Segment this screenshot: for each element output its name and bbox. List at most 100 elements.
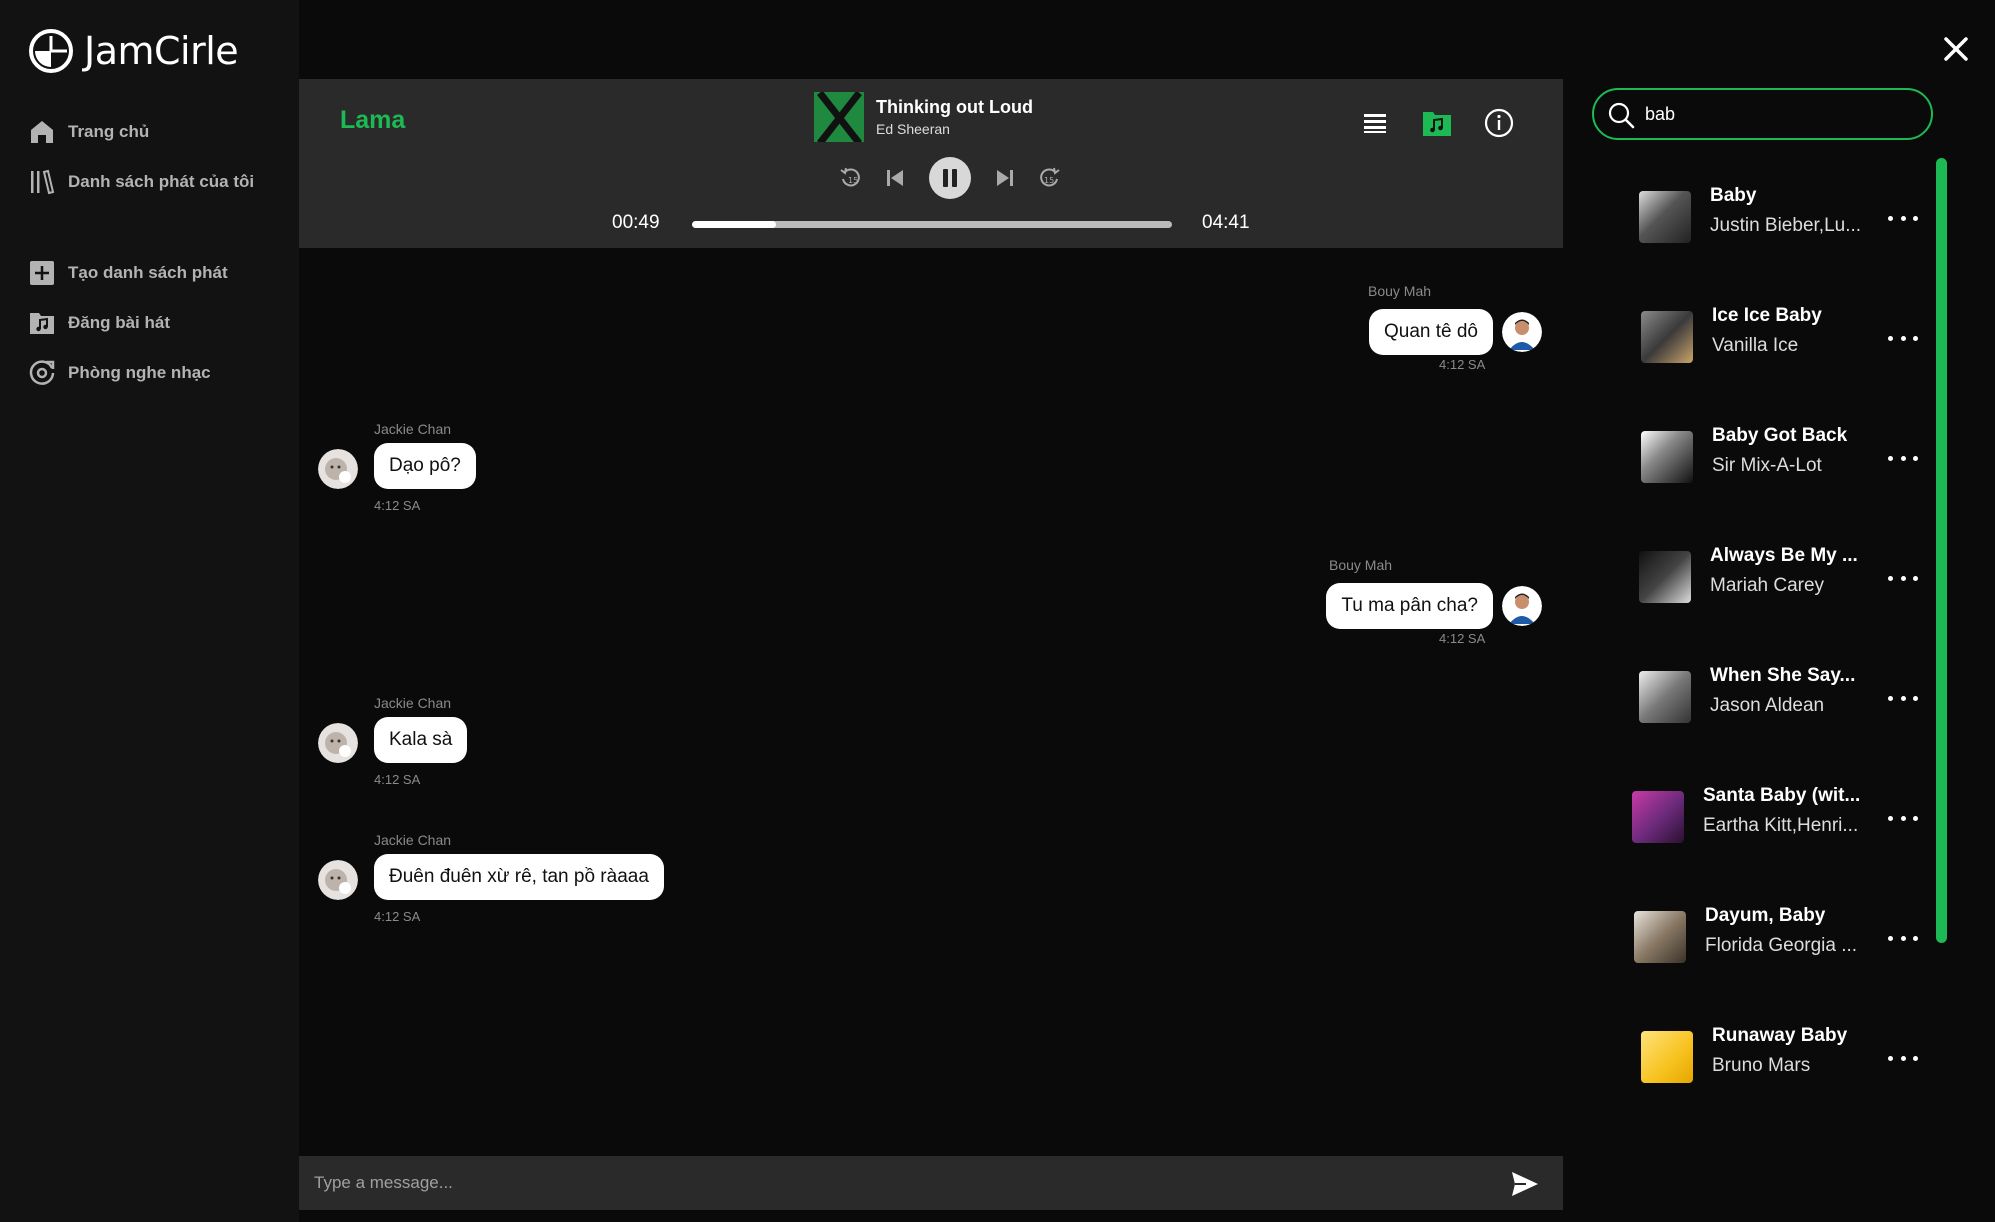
result-artist: Sir Mix-A-Lot — [1712, 455, 1822, 476]
result-title: Always Be My ... — [1710, 545, 1858, 566]
message-sender: Jackie Chan — [374, 832, 452, 848]
message-text: Kala sà — [374, 717, 468, 763]
result-artist: Jason Aldean — [1710, 695, 1825, 716]
progress-bar[interactable] — [692, 221, 1172, 228]
song-artist: Ed Sheeran — [876, 121, 950, 137]
message-3: Jackie Chan Kala sà 4:12 SA — [374, 695, 468, 787]
app-logo[interactable]: JamCirle — [28, 28, 239, 74]
sidebar-item-label: Trang chủ — [68, 122, 150, 141]
app-name: JamCirle — [84, 29, 239, 73]
total-time: 04:41 — [1202, 212, 1250, 233]
avatar-bouy-mah[interactable] — [1502, 312, 1542, 352]
more-options-icon[interactable] — [1888, 568, 1918, 588]
room-name: Lama — [340, 106, 406, 134]
message-composer — [299, 1156, 1563, 1210]
info-icon[interactable] — [1483, 107, 1515, 139]
song-search-panel: Baby Justin Bieber,Lu... Ice Ice Baby Va… — [1563, 0, 1995, 1222]
secondary-nav: Tạo danh sách phát Đăng bài hát Phòng ng… — [28, 248, 288, 398]
search-result-6[interactable]: Dayum, Baby Florida Georgia ... — [1563, 878, 1933, 998]
avatar-jackie-chan[interactable] — [318, 723, 358, 763]
song-search-icon[interactable] — [1421, 107, 1453, 139]
chat-room: Lama Thinking out Loud Ed Sheeran 15 15 … — [299, 0, 1563, 1222]
progress-fill — [692, 221, 776, 228]
add-box-icon — [30, 261, 54, 285]
close-icon[interactable] — [1941, 34, 1971, 64]
more-options-icon[interactable] — [1888, 208, 1918, 228]
send-icon[interactable] — [1511, 1171, 1539, 1197]
message-time: 4:12 SA — [374, 909, 421, 924]
search-box — [1592, 88, 1933, 140]
result-thumbnail — [1632, 791, 1684, 843]
avatar-jackie-chan[interactable] — [318, 449, 358, 489]
search-result-1[interactable]: Ice Ice Baby Vanilla Ice — [1563, 278, 1933, 398]
search-result-7[interactable]: Runaway Baby Bruno Mars — [1563, 998, 1933, 1118]
search-input[interactable] — [1645, 90, 1915, 138]
result-thumbnail — [1639, 671, 1691, 723]
search-result-4[interactable]: When She Say... Jason Aldean — [1563, 638, 1933, 758]
sidebar-item-my-playlists[interactable]: Danh sách phát của tôi — [28, 157, 288, 207]
message-text: Đuên đuên xừ rê, tan pồ ràaaa — [374, 854, 664, 900]
scrollbar[interactable] — [1936, 158, 1947, 943]
pause-button[interactable] — [929, 157, 971, 199]
message-sender: Bouy Mah — [1368, 283, 1432, 299]
message-time: 4:12 SA — [374, 498, 421, 513]
sidebar-item-label: Phòng nghe nhạc — [68, 363, 211, 382]
sidebar: JamCirle Trang chủ Danh sách phát của tô… — [0, 0, 299, 1222]
result-thumbnail — [1641, 1031, 1693, 1083]
sidebar-item-home[interactable]: Trang chủ — [28, 107, 288, 157]
sidebar-item-create-playlist[interactable]: Tạo danh sách phát — [28, 248, 288, 298]
queue-icon[interactable] — [1359, 107, 1391, 139]
search-result-5[interactable]: Santa Baby (wit... Eartha Kitt,Henri... — [1563, 758, 1933, 878]
more-options-icon[interactable] — [1888, 448, 1918, 468]
primary-nav: Trang chủ Danh sách phát của tôi — [28, 107, 288, 207]
sidebar-item-label: Danh sách phát của tôi — [68, 172, 255, 191]
svg-text:15: 15 — [848, 176, 858, 185]
forward-15-icon[interactable]: 15 — [1036, 165, 1062, 191]
message-input[interactable] — [314, 1156, 1464, 1210]
result-artist: Eartha Kitt,Henri... — [1703, 815, 1859, 836]
home-icon — [31, 121, 53, 143]
playback-controls: 15 15 — [829, 157, 1071, 199]
more-options-icon[interactable] — [1888, 1048, 1918, 1068]
now-playing: Thinking out Loud Ed Sheeran — [814, 92, 1033, 142]
search-result-2[interactable]: Baby Got Back Sir Mix-A-Lot — [1563, 398, 1933, 518]
message-text: Dạo pô? — [374, 443, 476, 489]
result-thumbnail — [1641, 311, 1693, 363]
result-artist: Justin Bieber,Lu... — [1710, 215, 1862, 236]
sidebar-item-listening-room[interactable]: Phòng nghe nhạc — [28, 348, 288, 398]
current-time: 00:49 — [612, 212, 660, 233]
message-time-0: 4:12 SA — [1439, 357, 1485, 372]
previous-track-icon[interactable] — [882, 165, 908, 191]
message-bubble-2: Tu ma pân cha? — [1326, 583, 1493, 629]
more-options-icon[interactable] — [1888, 808, 1918, 828]
message-4: Jackie Chan Đuên đuên xừ rê, tan pồ ràaa… — [374, 832, 664, 924]
result-title: Baby — [1710, 185, 1757, 206]
more-options-icon[interactable] — [1888, 328, 1918, 348]
search-icon — [1608, 102, 1635, 129]
message-2: Bouy Mah — [1329, 557, 1392, 573]
listening-room-icon — [29, 360, 55, 385]
result-artist: Vanilla Ice — [1712, 335, 1799, 356]
album-cover — [814, 92, 864, 142]
sidebar-item-label: Đăng bài hát — [68, 313, 171, 332]
message-time: 4:12 SA — [1439, 357, 1486, 372]
search-result-0[interactable]: Baby Justin Bieber,Lu... — [1563, 158, 1933, 278]
avatar-jackie-chan[interactable] — [318, 860, 358, 900]
sidebar-item-label: Tạo danh sách phát — [68, 263, 228, 282]
avatar-bouy-mah[interactable] — [1502, 586, 1542, 626]
search-result-3[interactable]: Always Be My ... Mariah Carey — [1563, 518, 1933, 638]
result-title: Runaway Baby — [1712, 1025, 1848, 1046]
result-title: Dayum, Baby — [1705, 905, 1826, 926]
result-title: Baby Got Back — [1712, 425, 1848, 446]
message-time: 4:12 SA — [374, 772, 421, 787]
logo-icon — [29, 29, 73, 73]
more-options-icon[interactable] — [1888, 928, 1918, 948]
sidebar-item-upload-song[interactable]: Đăng bài hát — [28, 298, 288, 348]
result-artist: Bruno Mars — [1712, 1055, 1811, 1076]
next-track-icon[interactable] — [992, 165, 1018, 191]
result-thumbnail — [1639, 191, 1691, 243]
more-options-icon[interactable] — [1888, 688, 1918, 708]
rewind-15-icon[interactable]: 15 — [838, 165, 864, 191]
result-title: Ice Ice Baby — [1712, 305, 1822, 326]
message-time-2: 4:12 SA — [1439, 631, 1485, 646]
